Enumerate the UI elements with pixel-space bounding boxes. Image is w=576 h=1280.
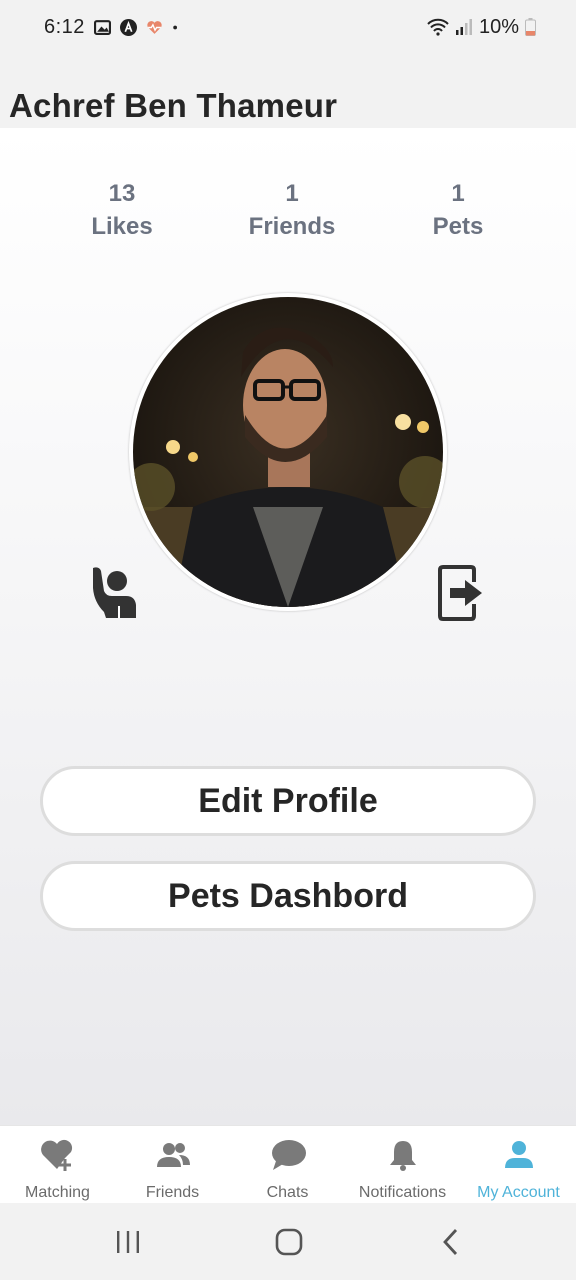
bell-icon (389, 1141, 416, 1171)
battery-percent: 10% (478, 15, 519, 38)
users-icon (156, 1143, 190, 1167)
heart-pulse-icon (147, 20, 162, 34)
nav-label: Matching (25, 1184, 90, 1201)
system-nav-bar (0, 1203, 576, 1280)
status-right: 10% (427, 16, 536, 39)
nav-label: Friends (145, 1184, 200, 1201)
status-left: 6:12 (44, 16, 182, 39)
home-icon[interactable] (274, 1227, 304, 1257)
stat-friends[interactable]: 1 Friends (212, 178, 372, 244)
bottom-nav: Matching Friends Chats Notifications My … (0, 1125, 576, 1203)
page-title: Achref Ben Thameur (9, 87, 338, 124)
dot-icon (173, 25, 177, 29)
battery-icon (525, 18, 536, 36)
heart-plus-icon (40, 1139, 72, 1171)
image-icon (93, 19, 111, 35)
stat-pets[interactable]: 1 Pets (378, 178, 538, 244)
stats-row: 13 Likes 1 Friends 1 Pets (0, 178, 576, 248)
stat-likes[interactable]: 13 Likes (42, 178, 202, 244)
signal-icon (455, 19, 472, 35)
stat-label: Pets (432, 213, 484, 240)
app-header: Achref Ben Thameur (0, 54, 576, 128)
stat-label: Likes (91, 213, 153, 240)
wifi-icon (427, 18, 449, 36)
edit-profile-button[interactable]: Edit Profile (40, 766, 536, 836)
nav-item-friends[interactable]: Friends (115, 1126, 230, 1204)
nav-item-chats[interactable]: Chats (230, 1126, 345, 1204)
stat-value: 13 (108, 180, 136, 207)
profile-photo (133, 297, 443, 607)
status-bar: 6:12 10% (0, 0, 576, 54)
stat-value: 1 (451, 180, 465, 207)
chat-bubble-icon (271, 1140, 306, 1170)
avatar[interactable] (129, 293, 447, 611)
back-icon[interactable] (436, 1227, 466, 1257)
user-icon (504, 1141, 533, 1168)
nav-item-notifications[interactable]: Notifications (345, 1126, 460, 1204)
logout-icon[interactable] (436, 564, 486, 622)
stat-label: Friends (248, 213, 336, 240)
status-time: 6:12 (44, 15, 85, 38)
nav-item-matching[interactable]: Matching (0, 1126, 115, 1204)
nav-label: My Account (477, 1184, 560, 1201)
recent-apps-icon[interactable] (113, 1227, 143, 1257)
a-badge-icon (119, 18, 137, 36)
raised-hand-icon[interactable] (90, 566, 138, 620)
stat-value: 1 (285, 180, 299, 207)
nav-label: Chats (266, 1184, 309, 1201)
nav-item-my-account[interactable]: My Account (461, 1126, 576, 1204)
pets-dashboard-button[interactable]: Pets Dashbord (40, 861, 536, 931)
profile-main: 13 Likes 1 Friends 1 Pets Edit Profile P… (0, 128, 576, 1125)
nav-label: Notifications (358, 1184, 447, 1201)
